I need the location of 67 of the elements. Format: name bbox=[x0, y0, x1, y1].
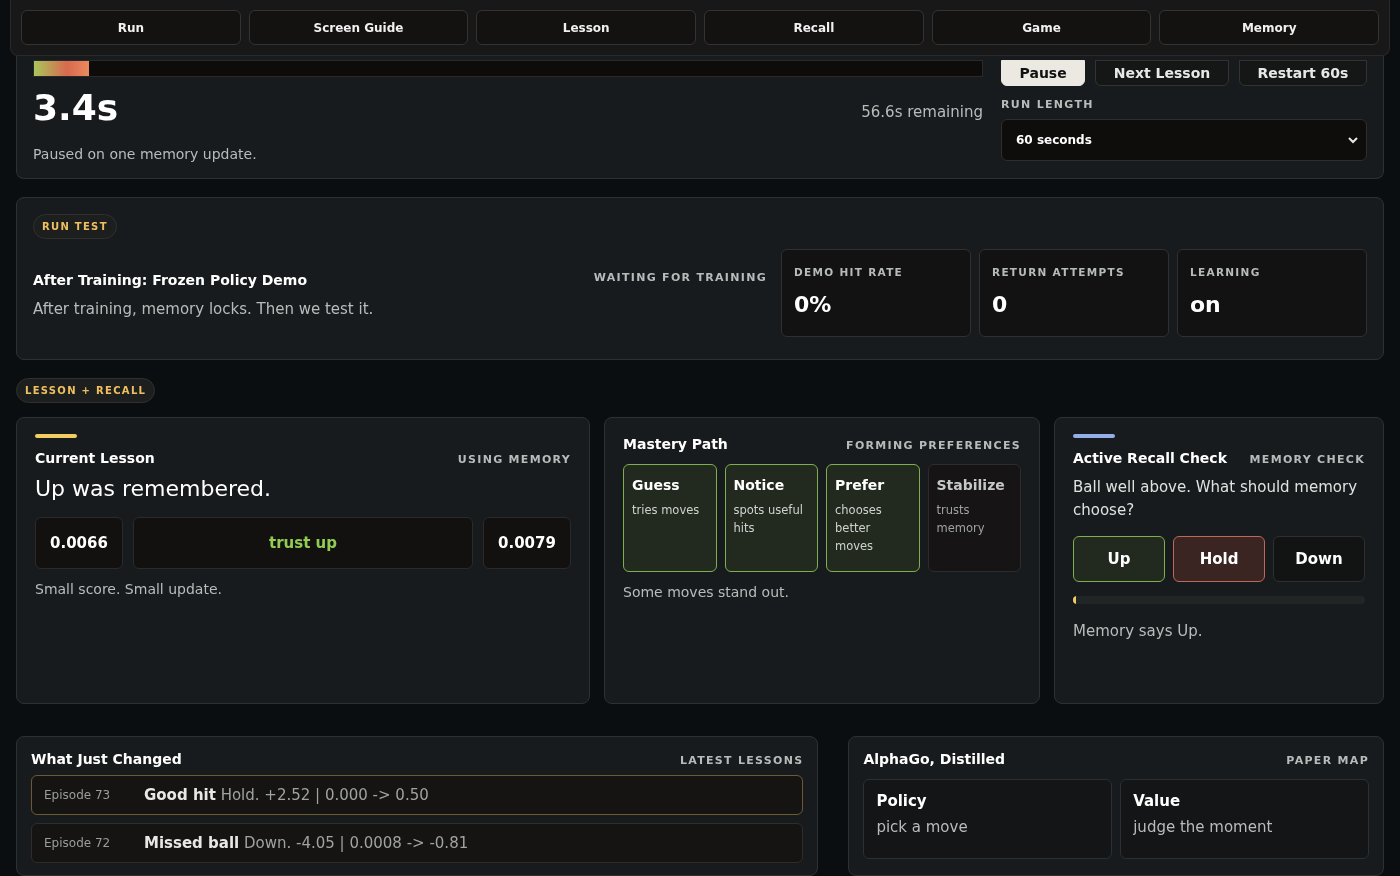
answer-button[interactable]: Up bbox=[1073, 535, 1165, 582]
answer-button[interactable]: Down bbox=[1273, 535, 1365, 582]
concept-text: pick a move bbox=[876, 818, 969, 836]
stat-value: on bbox=[1190, 292, 1222, 317]
episode-summary: Good hit Hold. +2.52 | 0.000 -> 0.50 bbox=[144, 786, 429, 804]
status-label: PAPER MAP bbox=[1286, 754, 1369, 767]
nav-tab[interactable]: Screen Guide bbox=[248, 10, 469, 45]
status-label: LATEST LESSONS bbox=[679, 754, 804, 767]
recall-question: Ball well above. What should memory choose? bbox=[1073, 476, 1359, 521]
card-text: Small score. Small update. bbox=[35, 580, 223, 597]
step-text: trusts memory bbox=[936, 501, 986, 537]
episode-number: Episode 72 bbox=[44, 836, 112, 850]
score-value: 0.0079 bbox=[483, 516, 571, 569]
episode-row[interactable]: Episode 73 Good hit Hold. +2.52 | 0.000 -> 0.50 bbox=[31, 775, 804, 815]
episode-summary: Missed ball Down. -4.05 | 0.0008 -> -0.81 bbox=[144, 834, 469, 852]
card-text: Memory says Up. bbox=[1073, 621, 1204, 640]
control-button[interactable]: Next Lesson bbox=[1095, 60, 1229, 86]
nav-tab[interactable]: Game bbox=[931, 10, 1152, 45]
lesson-headline: Up was remembered. bbox=[35, 475, 273, 501]
remaining-time: 56.6s remaining bbox=[861, 102, 983, 121]
status-label: FORMING PREFERENCES bbox=[846, 438, 1021, 452]
episode-number: Episode 73 bbox=[44, 788, 112, 802]
accent-bar bbox=[1073, 433, 1115, 438]
stat-label: DEMO HIT RATE bbox=[794, 266, 905, 278]
nav-tab[interactable]: Memory bbox=[1159, 10, 1380, 45]
episode-row[interactable]: Episode 72 Missed ball Down. -4.05 | 0.0008 -> -0.81 bbox=[31, 823, 804, 863]
stat-value: 0% bbox=[794, 292, 833, 317]
stat-value: 0 bbox=[992, 292, 1009, 317]
status-note: Paused on one memory update. bbox=[33, 146, 258, 162]
step-text: spots useful hits bbox=[733, 501, 804, 537]
step-text: chooses better moves bbox=[835, 501, 883, 555]
card-title: What Just Changed bbox=[31, 751, 182, 767]
card-text: Some moves stand out. bbox=[623, 583, 790, 600]
field-label: RUN LENGTH bbox=[1001, 98, 1095, 111]
nav-tab[interactable]: Run bbox=[21, 10, 241, 45]
concept-name: Policy bbox=[876, 792, 928, 810]
step-text: tries moves bbox=[632, 501, 701, 519]
stat-label: LEARNING bbox=[1190, 266, 1262, 278]
step-name: Notice bbox=[733, 476, 786, 493]
score-value: 0.0066 bbox=[35, 516, 123, 569]
chevron-icon bbox=[1348, 136, 1358, 144]
run-length-select[interactable]: 60 seconds bbox=[1001, 119, 1367, 161]
concept-name: Value bbox=[1133, 792, 1182, 810]
status-label: WAITING FOR TRAINING bbox=[593, 270, 767, 284]
step-name: Prefer bbox=[835, 476, 886, 493]
step-name: Stabilize bbox=[936, 476, 1006, 493]
control-button[interactable]: Pause bbox=[1001, 60, 1086, 86]
card-title: AlphaGo, Distilled bbox=[863, 751, 1006, 767]
step-name: Guess bbox=[632, 476, 681, 493]
concept-text: judge the moment bbox=[1133, 818, 1274, 836]
nav-tab[interactable]: Lesson bbox=[476, 10, 696, 45]
control-button[interactable]: Restart 60s bbox=[1238, 60, 1367, 86]
answer-button[interactable]: Hold bbox=[1173, 535, 1265, 582]
card-title: Active Recall Check bbox=[1073, 449, 1227, 466]
elapsed-time: 3.4s bbox=[33, 87, 119, 128]
card-title: Current Lesson bbox=[35, 449, 155, 466]
status-label: USING MEMORY bbox=[457, 452, 571, 466]
section-badge: RUN TEST bbox=[33, 214, 117, 239]
status-label: MEMORY CHECK bbox=[1249, 452, 1365, 466]
nav-tab[interactable]: Recall bbox=[704, 10, 924, 45]
card-text: After training, memory locks. Then we test it. bbox=[33, 300, 375, 318]
stat-label: RETURN ATTEMPTS bbox=[992, 266, 1126, 278]
card-title: Mastery Path bbox=[623, 435, 728, 452]
accent-bar bbox=[35, 433, 77, 438]
section-badge: LESSON + RECALL bbox=[16, 377, 156, 403]
change-label: trust up bbox=[133, 516, 473, 569]
card-title: After Training: Frozen Policy Demo bbox=[33, 272, 309, 288]
